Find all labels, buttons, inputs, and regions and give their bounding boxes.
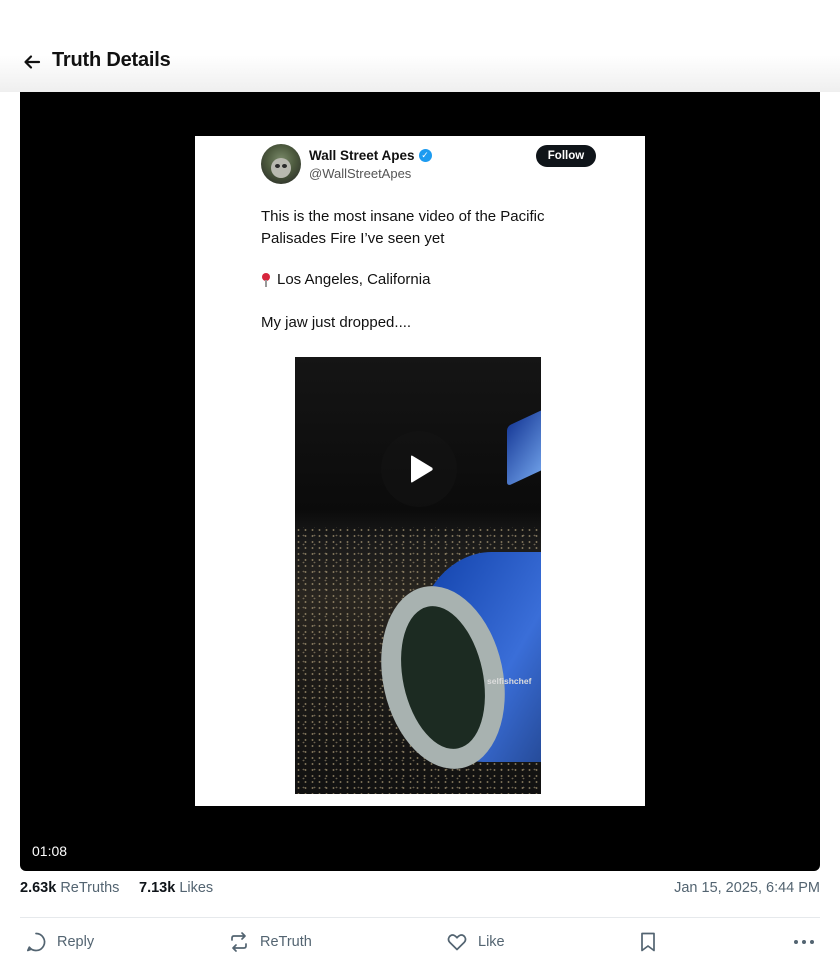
play-icon <box>411 455 433 483</box>
like-label: Like <box>478 934 505 950</box>
reply-label: Reply <box>57 934 95 950</box>
account-name-text: Wall Street Apes <box>309 148 415 163</box>
follow-button: Follow <box>536 145 596 167</box>
likes-count: 7.13k <box>139 880 176 896</box>
retruths-count: 2.63k <box>20 880 57 896</box>
embedded-post-card: Wall Street Apes ✓ @WallStreetApes Follo… <box>195 136 645 806</box>
location-text: Los Angeles, California <box>277 271 431 288</box>
wing-tip <box>507 407 541 487</box>
retruth-label: ReTruth <box>260 934 312 950</box>
more-icon <box>794 940 814 944</box>
more-options-button[interactable] <box>792 928 816 956</box>
divider <box>20 917 820 918</box>
likes-label: Likes <box>179 880 214 896</box>
play-button[interactable] <box>381 431 457 507</box>
avatar <box>261 144 301 184</box>
heart-icon <box>447 934 467 951</box>
back-button[interactable] <box>20 50 44 74</box>
retruths-stat[interactable]: 2.63k ReTruths <box>20 880 119 896</box>
verified-icon: ✓ <box>418 149 432 162</box>
post-timestamp: Jan 15, 2025, 6:44 PM <box>674 880 820 896</box>
like-button[interactable]: Like <box>446 928 505 956</box>
video-player[interactable]: Wall Street Apes ✓ @WallStreetApes Follo… <box>20 92 820 871</box>
likes-stat[interactable]: 7.13k Likes <box>139 880 213 896</box>
account-handle: @WallStreetApes <box>309 166 412 181</box>
retruth-icon <box>231 932 247 952</box>
bookmark-button[interactable] <box>638 928 658 956</box>
reply-button[interactable]: Reply <box>25 928 94 956</box>
video-duration: 01:08 <box>32 843 68 859</box>
post-stats: 2.63k ReTruths 7.13k Likes Jan 15, 2025,… <box>20 880 820 900</box>
arrow-left-icon <box>24 55 41 69</box>
pin-icon <box>261 273 271 287</box>
action-bar: Reply ReTruth Like <box>20 928 820 958</box>
retruths-label: ReTruths <box>60 880 120 896</box>
post-text: This is the most insane video of the Pac… <box>261 208 545 247</box>
video-thumbnail: selfishchef <box>295 357 541 794</box>
reply-icon <box>26 932 46 952</box>
location-line: Los Angeles, California <box>261 269 430 291</box>
account-name: Wall Street Apes ✓ <box>309 148 432 163</box>
watermark: selfishchef <box>487 676 532 686</box>
retruth-button[interactable]: ReTruth <box>228 928 312 956</box>
page-title: Truth Details <box>52 49 171 71</box>
header: Truth Details <box>0 0 840 92</box>
post-text-2: My jaw just dropped.... <box>261 314 412 331</box>
bookmark-icon <box>641 932 655 952</box>
